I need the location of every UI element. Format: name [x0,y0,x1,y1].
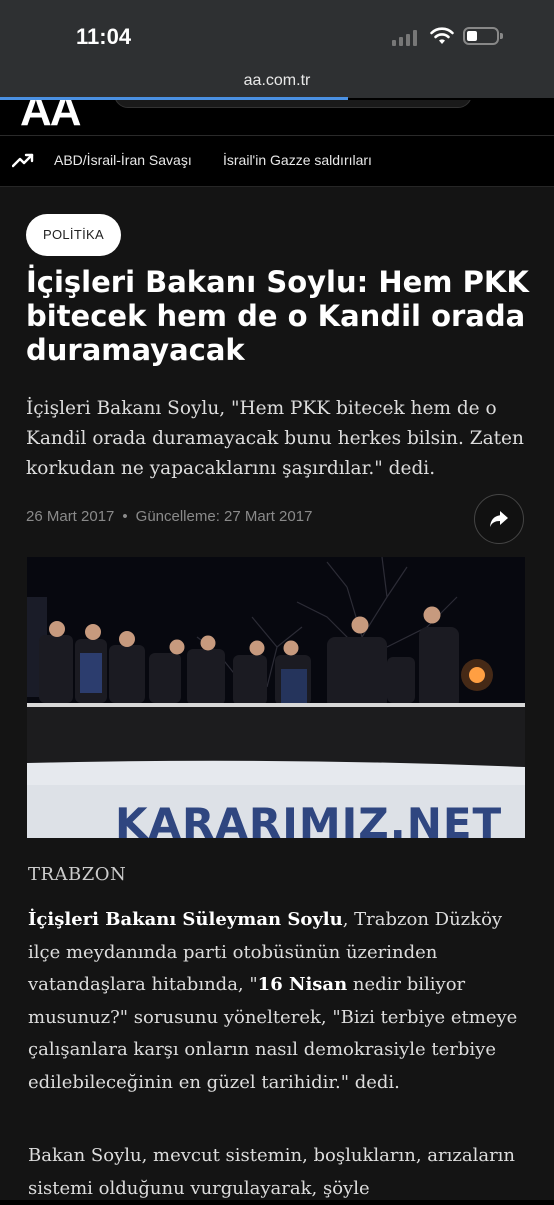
article-title: İçişleri Bakanı Soylu: Hem PKK bitecek h… [26,265,529,367]
site-logo[interactable]: AA [20,100,82,135]
status-time: 11:04 [76,24,132,49]
site-search-bar[interactable] [114,100,472,108]
share-button[interactable] [474,494,524,544]
trending-item-2[interactable]: İsrail'in Gazze saldırıları [223,152,372,168]
publish-date: 26 Mart 2017 [26,508,115,525]
dateline-location: TRABZON [28,864,127,885]
trending-bar: ABD/İsrail-İran Savaşı İsrail'in Gazze s… [0,136,554,187]
trending-item-1[interactable]: ABD/İsrail-İran Savaşı [54,152,192,168]
category-chip[interactable]: POLİTİKA [26,214,121,256]
address-bar-url[interactable]: aa.com.tr [0,72,554,90]
body-bold-date: 16 Nisan [257,974,348,995]
status-bar: 11:04 aa.com.tr [0,0,554,100]
trending-up-icon [12,153,34,168]
article-photo-image: KARARIMIZ.NET [27,557,525,838]
article: POLİTİKA İçişleri Bakanı Soylu: Hem PKK … [0,187,554,1200]
body-bold-name: İçişleri Bakanı Süleyman Soylu [28,909,343,930]
updated-date: Güncelleme: 27 Mart 2017 [135,508,313,525]
wifi-icon [430,27,454,44]
article-body-paragraph-1: İçişleri Bakanı Süleyman Soylu, Trabzon … [28,904,528,1099]
share-icon [490,511,508,527]
photo-bus-text: KARARIMIZ.NET [115,799,502,838]
article-meta: 26 Mart 2017 • Güncelleme: 27 Mart 2017 [26,508,313,525]
cellular-signal-icon [392,30,417,46]
battery-icon [463,27,503,45]
article-lead: İçişleri Bakanı Soylu, "Hem PKK bitecek … [26,398,524,479]
site-header: AA [0,100,554,136]
article-body-paragraph-2: Bakan Soylu, mevcut sistemin, boşlukları… [28,1145,516,1199]
article-photo: KARARIMIZ.NET [27,557,525,838]
